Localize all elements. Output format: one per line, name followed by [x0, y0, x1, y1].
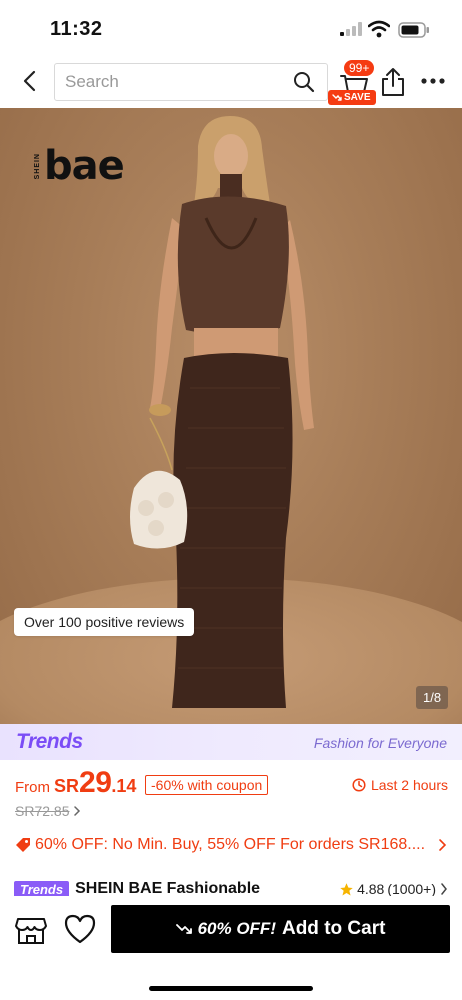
home-indicator: [149, 986, 313, 991]
add-to-cart-discount: 60% OFF!: [197, 919, 276, 938]
product-image-carousel[interactable]: SHEIN bae Over 100 positive reviews 1/8: [0, 108, 462, 724]
wifi-icon: [368, 20, 390, 38]
status-time: 11:32: [50, 18, 103, 40]
price-from-label: From: [15, 779, 50, 796]
cart-count-badge: 99+: [343, 59, 376, 77]
chevron-right-icon: [439, 839, 447, 851]
share-icon[interactable]: [380, 67, 406, 97]
countdown-timer: Last 2 hours: [352, 777, 448, 793]
chevron-left-icon: [23, 70, 36, 92]
price-decimal: .14: [111, 776, 137, 796]
trend-down-icon: [332, 93, 342, 101]
rating-value: 4.88: [357, 881, 385, 897]
top-nav-bar: 99+ SAVE: [0, 58, 462, 108]
chevron-right-icon: [74, 806, 81, 816]
trends-banner[interactable]: Trends Fashion for Everyone: [0, 724, 462, 760]
more-dots-icon: [421, 78, 445, 84]
image-counter: 1/8: [416, 686, 449, 709]
search-bar[interactable]: [54, 63, 328, 101]
price-integer: 29: [79, 766, 112, 799]
trends-tagline: Fashion for Everyone: [313, 735, 447, 751]
heart-icon[interactable]: [63, 913, 97, 945]
add-to-cart-button[interactable]: 60% OFF! Add to Cart: [111, 905, 450, 953]
store-icon[interactable]: [14, 913, 48, 947]
clock-icon: [352, 778, 366, 792]
search-input[interactable]: [65, 64, 285, 99]
back-button[interactable]: [14, 66, 44, 96]
more-options-button[interactable]: [418, 68, 448, 94]
rating-count: (1000+): [387, 881, 436, 897]
cellular-signal-icon: [340, 22, 362, 36]
reviews-chip: Over 100 positive reviews: [14, 608, 195, 636]
price-tag-icon: [16, 838, 30, 852]
save-badge-label: SAVE: [344, 92, 371, 103]
trend-down-icon: [175, 924, 192, 934]
trends-badge: Trends: [14, 880, 70, 898]
trends-logo: Trends: [16, 730, 83, 753]
status-bar: 11:32: [0, 0, 462, 58]
promo-text: 60% OFF: No Min. Buy, 55% OFF For orders…: [35, 836, 426, 853]
promo-row[interactable]: 60% OFF: No Min. Buy, 55% OFF For orders…: [15, 834, 447, 856]
bottom-action-bar: 60% OFF! Add to Cart: [0, 896, 462, 1000]
add-to-cart-label: Add to Cart: [281, 918, 386, 939]
battery-icon: [398, 22, 429, 38]
original-price: SR72.85: [15, 803, 70, 819]
star-icon: [340, 882, 353, 895]
price-currency: SR: [54, 776, 80, 796]
coupon-badge[interactable]: -60% with coupon: [145, 775, 269, 795]
original-price-link[interactable]: SR72.85: [15, 803, 81, 819]
chevron-right-icon: [441, 883, 447, 895]
search-icon[interactable]: [293, 71, 315, 93]
timer-text: Last 2 hours: [370, 777, 448, 793]
save-badge: SAVE: [328, 90, 376, 105]
price-row: From SR 29 .14: [15, 766, 142, 799]
rating[interactable]: 4.88 (1000+): [339, 881, 436, 897]
